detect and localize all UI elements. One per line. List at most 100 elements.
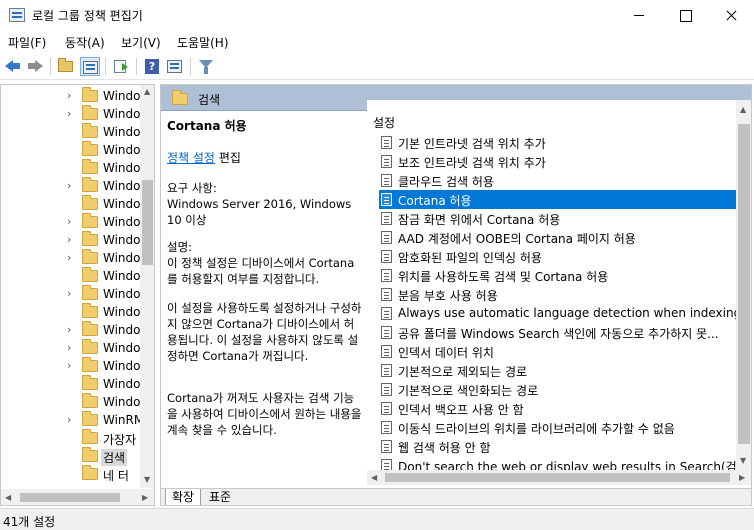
folder-icon xyxy=(82,411,98,426)
tree-item-label: Windo xyxy=(103,197,141,211)
column-header-setting[interactable]: 설정 xyxy=(373,114,395,131)
folder-icon xyxy=(82,159,98,174)
list-item-label: 기본적으로 색인화되는 경로 xyxy=(398,384,539,398)
list-item[interactable]: 기본적으로 색인화되는 경로 xyxy=(379,380,736,399)
tree-item[interactable]: Windo xyxy=(1,141,141,159)
scroll-down-icon[interactable]: ▼ xyxy=(740,456,746,466)
tree-item[interactable]: › WinRM xyxy=(1,411,144,429)
tree-pane[interactable]: › Windo › Windo Windo Windo Windo › Windo Windo › W… xyxy=(0,84,155,506)
tree-item[interactable]: › Windo xyxy=(1,177,141,195)
scrollbar-thumb[interactable] xyxy=(738,124,750,444)
tree-item[interactable]: Windo xyxy=(1,393,141,411)
list-item[interactable]: 클라우드 검색 허용 xyxy=(379,171,736,190)
tree-item-label: Windo xyxy=(103,215,141,229)
list-item[interactable]: 분음 부호 사용 허용 xyxy=(379,285,736,304)
scrollbar-thumb[interactable] xyxy=(385,473,730,482)
tree-item[interactable]: › Windo xyxy=(1,285,141,303)
tree-item-label: Windo xyxy=(103,377,141,391)
chevron-right-icon[interactable]: › xyxy=(67,252,77,264)
chevron-right-icon[interactable]: › xyxy=(67,342,77,354)
window-title: 로컬 그룹 정책 편집기 xyxy=(32,9,143,23)
scroll-left-icon[interactable]: ◀ xyxy=(371,473,377,483)
close-button[interactable] xyxy=(708,0,754,31)
chevron-right-icon[interactable]: › xyxy=(67,360,77,372)
settings-list[interactable]: 설정 기본 인트라넷 검색 위치 추가 보조 인트라넷 검색 위치 추가 클라우드 … xyxy=(367,100,751,485)
list-item[interactable]: 이동식 드라이브의 위치를 라이브러리에 추가할 수 없음 xyxy=(379,418,736,437)
properties-icon[interactable] xyxy=(165,57,185,76)
menu-action[interactable]: 동작(A) xyxy=(65,34,105,51)
list-item[interactable]: 잠금 화면 위에서 Cortana 허용 xyxy=(379,209,736,228)
tree-item[interactable]: 검색 xyxy=(1,447,141,466)
chevron-right-icon[interactable]: › xyxy=(67,324,77,336)
tree-item[interactable]: › Windo xyxy=(1,87,141,105)
tree-horizontal-scrollbar[interactable]: ◀ ▶ xyxy=(1,489,154,505)
scrollbar-thumb[interactable] xyxy=(142,180,153,265)
tab-extended[interactable]: 확장 xyxy=(165,489,202,505)
back-arrow-icon[interactable] xyxy=(3,57,23,76)
tree-item[interactable]: › Windo xyxy=(1,357,141,375)
list-item-label: 잠금 화면 위에서 Cortana 허용 xyxy=(398,213,561,227)
list-item[interactable]: 위치를 사용하도록 검색 및 Cortana 허용 xyxy=(379,266,736,285)
list-item[interactable]: 인덱서 데이터 위치 xyxy=(379,342,736,361)
list-item[interactable]: Cortana 허용 xyxy=(379,190,736,209)
list-item[interactable]: 보조 인트라넷 검색 위치 추가 xyxy=(379,152,736,171)
list-item[interactable]: 웹 검색 허용 안 함 xyxy=(379,437,736,456)
scroll-left-icon[interactable]: ◀ xyxy=(5,493,11,503)
menu-view[interactable]: 보기(V) xyxy=(121,34,161,51)
scroll-right-icon[interactable]: ▶ xyxy=(739,473,745,483)
folder-icon xyxy=(82,267,98,282)
list-item[interactable]: AAD 계정에서 OOBE의 Cortana 페이지 허용 xyxy=(379,228,736,247)
tree-item[interactable]: › Windo xyxy=(1,321,141,339)
menu-help[interactable]: 도움말(H) xyxy=(177,34,229,51)
list-item[interactable]: Always use automatic language detection … xyxy=(379,304,751,323)
chevron-right-icon[interactable]: › xyxy=(67,216,77,228)
tree-item[interactable]: Windo xyxy=(1,267,141,285)
help-icon[interactable]: ? xyxy=(142,57,162,76)
list-item[interactable]: 기본 인트라넷 검색 위치 추가 xyxy=(379,133,736,152)
tree-item[interactable]: Windo xyxy=(1,159,141,177)
tab-standard[interactable]: 표준 xyxy=(203,489,237,505)
scroll-up-icon[interactable]: ▲ xyxy=(144,87,150,97)
tree-item[interactable]: Windo xyxy=(1,123,141,141)
filter-icon[interactable] xyxy=(196,57,216,76)
chevron-right-icon[interactable]: › xyxy=(67,180,77,192)
minimize-button[interactable] xyxy=(616,0,662,31)
tree-item[interactable]: › Windo xyxy=(1,231,141,249)
policy-setting-icon xyxy=(381,174,392,187)
tree-item[interactable]: › Windo xyxy=(1,105,141,123)
chevron-right-icon[interactable]: › xyxy=(67,108,77,120)
list-item[interactable]: 암호화된 파일의 인덱싱 허용 xyxy=(379,247,736,266)
chevron-right-icon[interactable]: › xyxy=(67,234,77,246)
list-vertical-scrollbar[interactable]: ▲ ▼ xyxy=(736,100,751,470)
scrollbar-thumb[interactable] xyxy=(20,493,120,502)
tree-vertical-scrollbar[interactable]: ▲ ▼ xyxy=(140,85,154,488)
policy-setting-icon xyxy=(381,402,392,415)
scroll-right-icon[interactable]: ▶ xyxy=(142,493,148,503)
folder-icon xyxy=(82,429,98,444)
scroll-down-icon[interactable]: ▼ xyxy=(144,475,150,485)
tree-item[interactable]: 네 터 xyxy=(1,465,141,483)
up-folder-icon[interactable] xyxy=(56,57,76,76)
tree-item[interactable]: › Windo xyxy=(1,339,141,357)
scroll-up-icon[interactable]: ▲ xyxy=(740,105,746,115)
maximize-button[interactable] xyxy=(662,0,708,31)
tree-item[interactable]: 가장자 xyxy=(1,429,141,447)
tree-item[interactable]: › Windo xyxy=(1,213,141,231)
tree-item[interactable]: › Windo xyxy=(1,249,141,267)
list-horizontal-scrollbar[interactable]: ◀ ▶ xyxy=(367,470,751,485)
app-icon xyxy=(9,8,25,22)
menu-file[interactable]: 파일(F) xyxy=(8,34,46,51)
tree-item[interactable]: Windo xyxy=(1,195,141,213)
tree-item[interactable]: Windo xyxy=(1,375,141,393)
chevron-right-icon[interactable]: › xyxy=(67,414,77,426)
chevron-right-icon[interactable]: › xyxy=(67,90,77,102)
chevron-right-icon[interactable]: › xyxy=(67,288,77,300)
forward-arrow-icon[interactable] xyxy=(25,57,45,76)
export-list-icon[interactable] xyxy=(111,57,131,76)
list-item[interactable]: 공유 폴더를 Windows Search 색인에 자동으로 추가하지 못... xyxy=(379,323,736,342)
edit-policy-link[interactable]: 정책 설정 xyxy=(167,151,215,165)
list-item[interactable]: 인덱서 백오프 사용 안 함 xyxy=(379,399,736,418)
tree-item[interactable]: Windo xyxy=(1,303,141,321)
show-hide-tree-icon[interactable] xyxy=(80,57,100,76)
list-item[interactable]: 기본적으로 제외되는 경로 xyxy=(379,361,736,380)
